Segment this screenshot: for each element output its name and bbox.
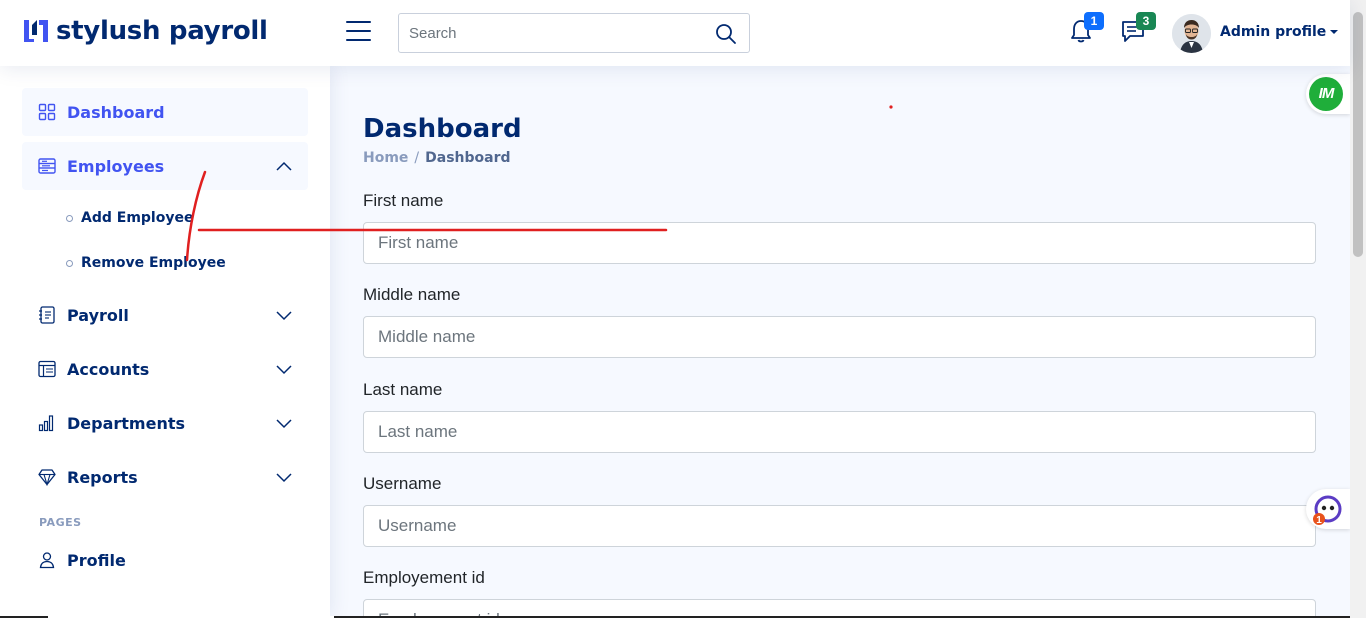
notifications-bell-icon[interactable]: 1 xyxy=(1068,12,1104,44)
chat-widget-badge: 1 xyxy=(1316,515,1322,526)
sidebar: Dashboard Employees Add Employee Remove … xyxy=(0,66,330,618)
subitem-label: Add Employee xyxy=(81,210,194,226)
chevron-down-icon xyxy=(276,419,292,429)
breadcrumb-home-link[interactable]: Home xyxy=(363,150,408,166)
middle-name-field[interactable] xyxy=(363,316,1316,358)
table-icon xyxy=(38,360,56,378)
last-name-field[interactable] xyxy=(363,411,1316,453)
avatar[interactable] xyxy=(1172,14,1211,53)
sidebar-item-profile[interactable]: Profile xyxy=(22,536,308,584)
chevron-up-icon xyxy=(276,161,292,171)
brand-logo[interactable]: stylush payroll xyxy=(22,16,268,46)
first-name-field[interactable] xyxy=(363,222,1316,264)
sidebar-item-accounts[interactable]: Accounts xyxy=(22,345,308,393)
circle-icon xyxy=(66,259,73,267)
gem-icon xyxy=(38,469,56,486)
sidebar-item-payroll[interactable]: Payroll xyxy=(22,291,308,339)
sidebar-toggle-icon[interactable] xyxy=(346,21,371,41)
im-extension-widget[interactable]: IM xyxy=(1306,74,1350,114)
caret-down-icon xyxy=(1330,30,1339,34)
annotation-dot xyxy=(889,105,893,109)
bar-chart-icon xyxy=(38,415,54,432)
sidebar-item-label: Payroll xyxy=(67,305,129,325)
middle-name-label: Middle name xyxy=(363,285,461,304)
profile-dropdown[interactable]: Admin profile xyxy=(1220,24,1339,40)
sidebar-item-reports[interactable]: Reports xyxy=(22,453,308,501)
sidebar-item-employees[interactable]: Employees xyxy=(22,142,308,190)
sidebar-item-dashboard[interactable]: Dashboard xyxy=(22,88,308,136)
breadcrumb-current: Dashboard xyxy=(425,150,511,166)
breadcrumb: Home / Dashboard xyxy=(363,150,511,166)
sidebar-item-departments[interactable]: Departments xyxy=(22,399,308,447)
search-icon[interactable] xyxy=(715,23,737,45)
profile-name-label: Admin profile xyxy=(1220,24,1327,40)
chevron-down-icon xyxy=(276,473,292,483)
sidebar-item-label: Dashboard xyxy=(67,102,165,122)
chevron-down-icon xyxy=(276,311,292,321)
grid-icon xyxy=(38,103,56,121)
notifications-badge: 1 xyxy=(1084,12,1104,30)
scrollbar-thumb[interactable] xyxy=(1353,12,1363,257)
sidebar-item-label: Profile xyxy=(67,550,126,570)
sidebar-item-label: Accounts xyxy=(67,359,150,379)
sidebar-subitem-add-employee[interactable]: Add Employee xyxy=(66,210,193,226)
assistant-face-icon: 1 xyxy=(1313,495,1342,526)
top-header: stylush payroll 1 3 xyxy=(0,0,1350,66)
search-input[interactable] xyxy=(399,14,749,52)
username-field[interactable] xyxy=(363,505,1316,547)
logo-icon xyxy=(24,20,48,42)
username-label: Username xyxy=(363,474,442,493)
subitem-label: Remove Employee xyxy=(81,255,226,271)
employement-id-label: Employement id xyxy=(363,568,485,587)
pages-heading: PAGES xyxy=(39,516,82,529)
journal-text-icon xyxy=(39,306,55,324)
chevron-down-icon xyxy=(276,365,292,375)
im-logo-icon: IM xyxy=(1309,77,1343,111)
page-scrollbar[interactable] xyxy=(1350,0,1366,618)
sidebar-item-label: Employees xyxy=(67,156,165,176)
brand-name: stylush payroll xyxy=(56,16,268,46)
messages-chat-icon[interactable]: 3 xyxy=(1120,12,1156,44)
chat-assistant-widget[interactable]: 1 xyxy=(1306,489,1350,529)
circle-icon xyxy=(66,214,73,222)
sidebar-item-label: Reports xyxy=(67,467,138,487)
page-title: Dashboard xyxy=(363,114,522,144)
search-bar xyxy=(398,13,750,53)
last-name-label: Last name xyxy=(363,380,443,399)
breadcrumb-separator: / xyxy=(414,150,420,166)
person-icon xyxy=(39,552,55,569)
layout-text-icon xyxy=(38,158,56,174)
sidebar-subitem-remove-employee[interactable]: Remove Employee xyxy=(66,255,226,271)
sidebar-item-label: Departments xyxy=(67,413,186,433)
first-name-label: First name xyxy=(363,191,444,210)
messages-badge: 3 xyxy=(1136,12,1156,30)
